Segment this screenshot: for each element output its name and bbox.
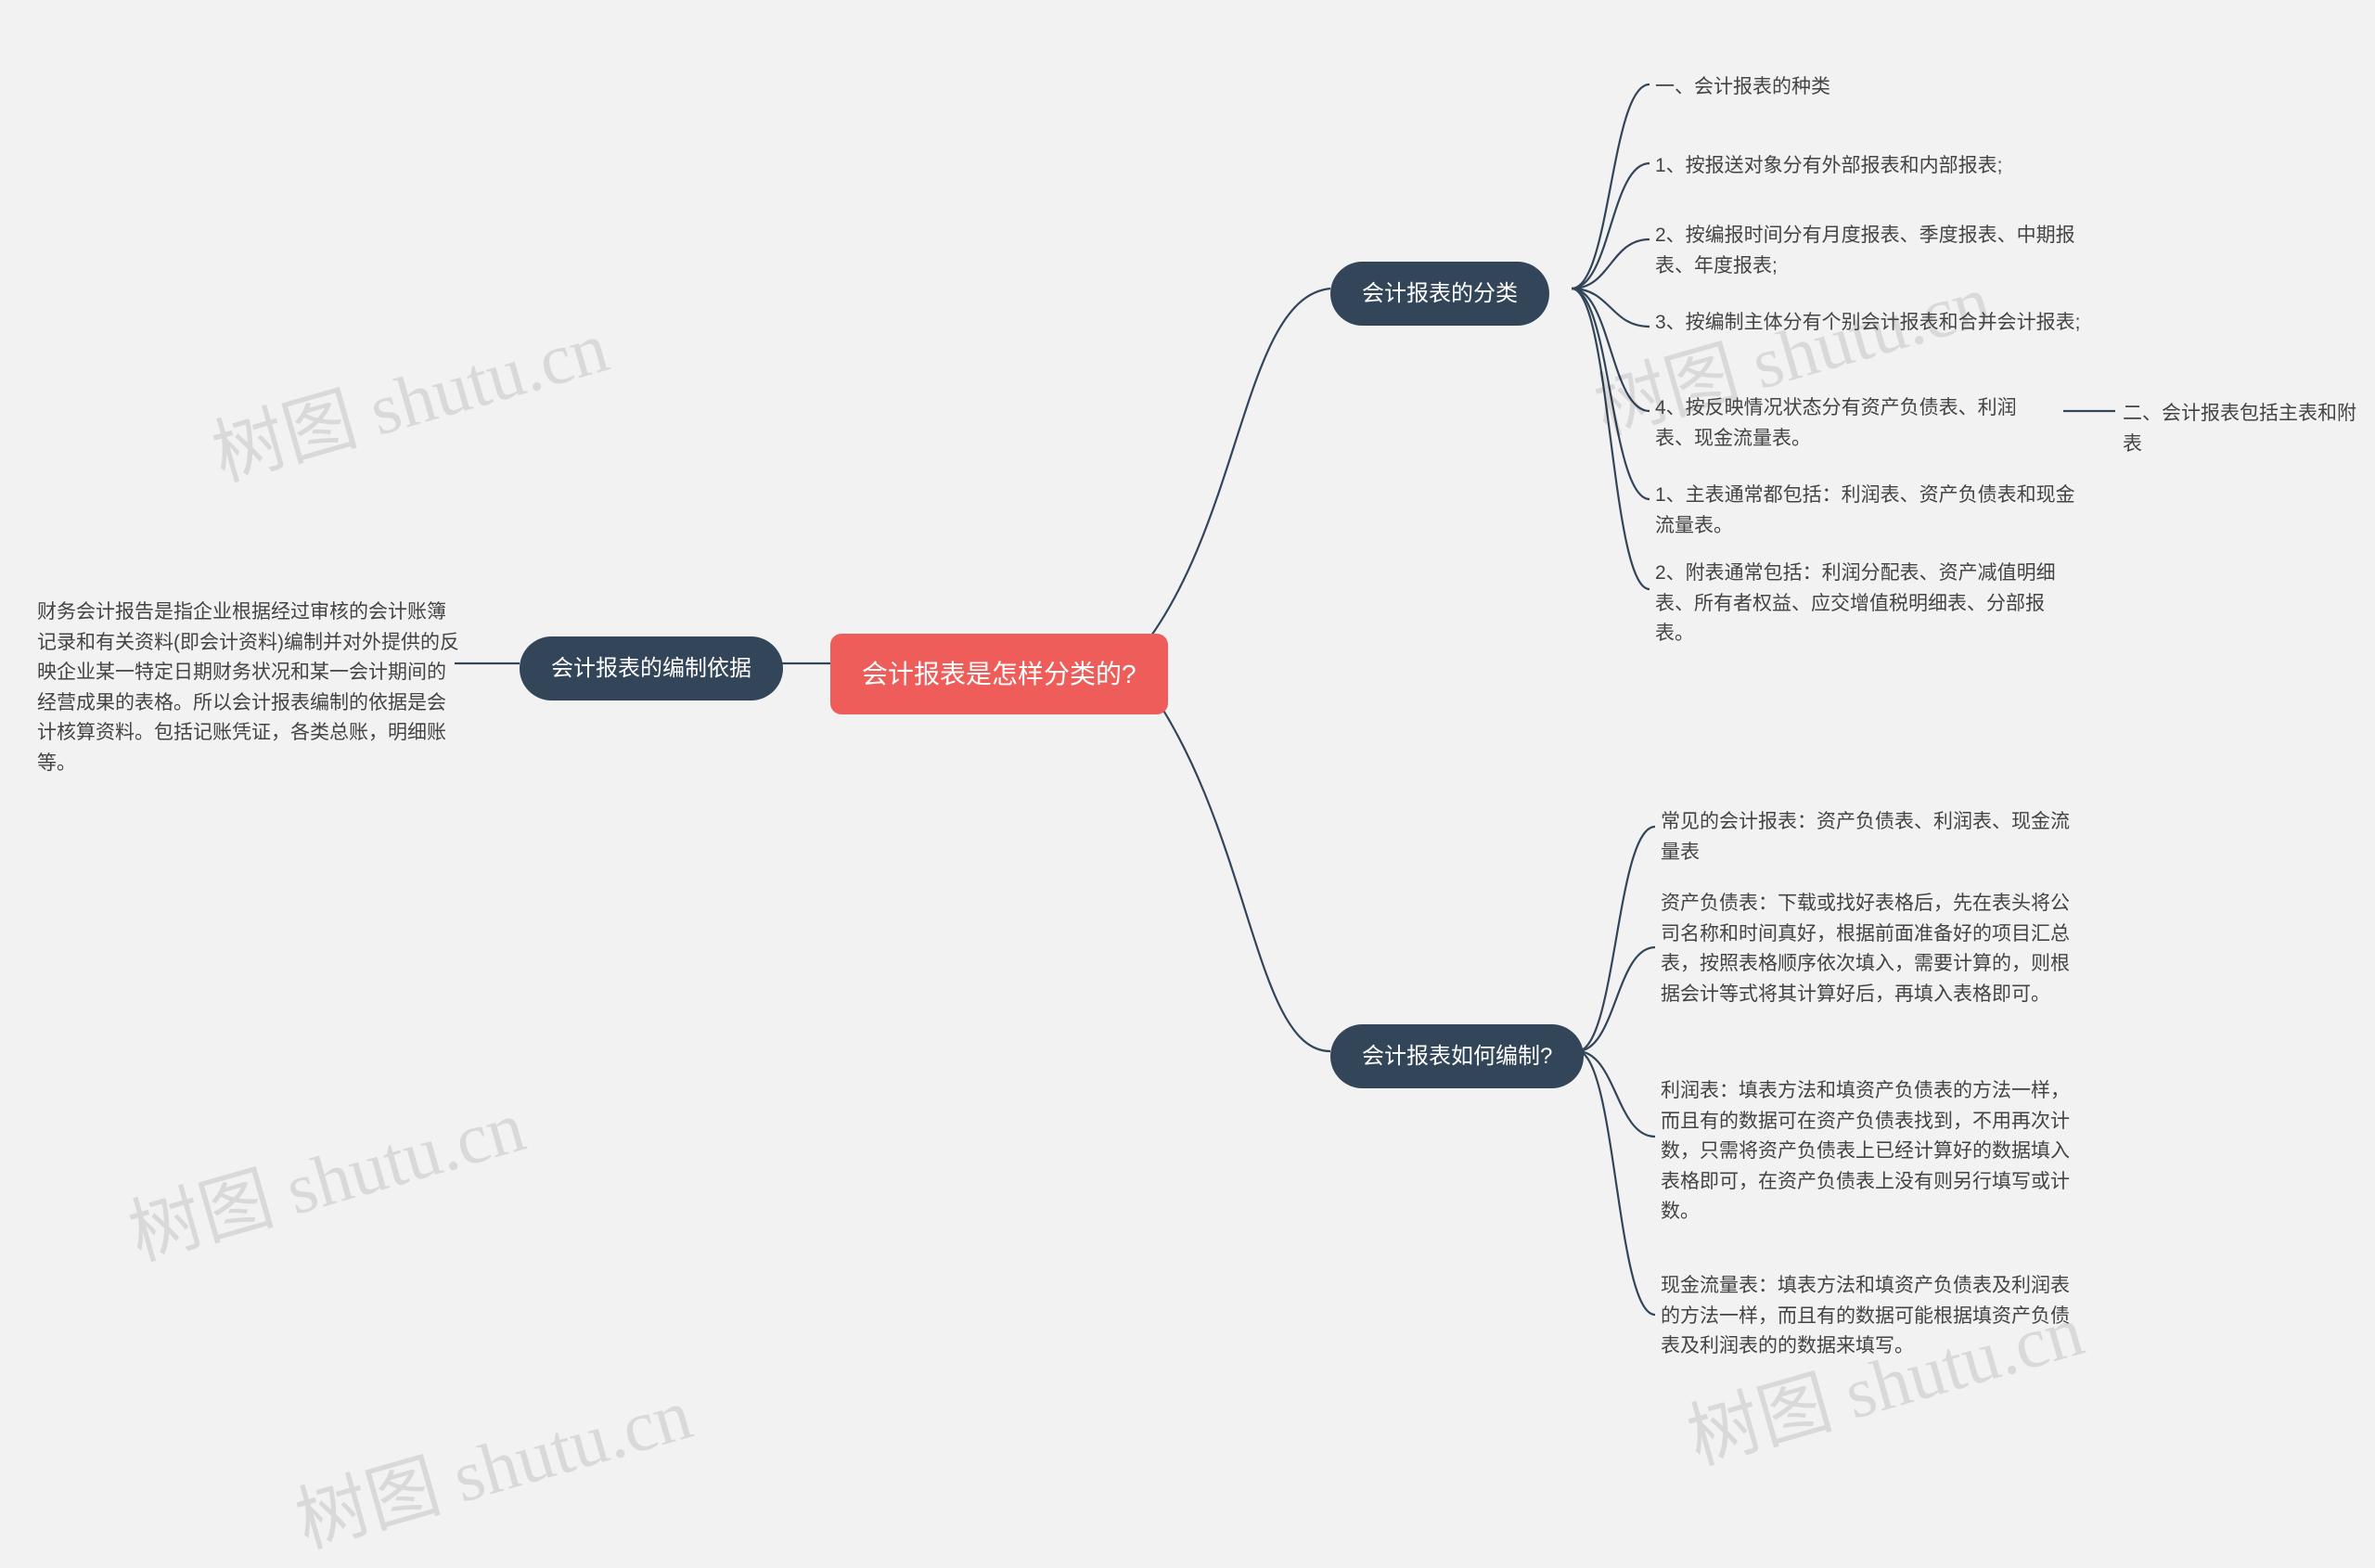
watermark: 树图 shutu.cn: [199, 289, 619, 501]
leaf-prep-3: 利润表：填表方法和填资产负债表的方法一样，而且有的数据可在资产负债表找到，不用再…: [1661, 1076, 2087, 1227]
leaf-class-4: 3、按编制主体分有个别会计报表和合并会计报表;: [1655, 308, 2081, 339]
leaf-class-1: 一、会计报表的种类: [1655, 72, 1830, 103]
leaf-class-2: 1、按报送对象分有外部报表和内部报表;: [1655, 151, 2003, 182]
leaf-class-side: 二、会计报表包括主表和附表: [2123, 399, 2364, 459]
leaf-class-6: 1、主表通常都包括：利润表、资产负债表和现金流量表。: [1655, 481, 2082, 541]
root-node[interactable]: 会计报表是怎样分类的?: [830, 634, 1168, 714]
leaf-class-5: 4、按反映情况状态分有资产负债表、利润表、现金流量表。: [1655, 393, 2054, 454]
leaf-prep-2: 资产负债表：下载或找好表格后，先在表头将公司名称和时间真好，根据前面准备好的项目…: [1661, 889, 2087, 1009]
leaf-prep-1: 常见的会计报表：资产负债表、利润表、现金流量表: [1661, 807, 2087, 868]
leaf-class-7: 2、附表通常包括：利润分配表、资产减值明细表、所有者权益、应交增值税明细表、分部…: [1655, 559, 2082, 649]
branch-basis[interactable]: 会计报表的编制依据: [520, 636, 783, 700]
watermark: 树图 shutu.cn: [116, 1069, 535, 1280]
branch-classification[interactable]: 会计报表的分类: [1330, 262, 1549, 326]
branch-how-to-prepare[interactable]: 会计报表如何编制?: [1330, 1024, 1584, 1088]
leaf-class-3: 2、按编报时间分有月度报表、季度报表、中期报表、年度报表;: [1655, 221, 2082, 281]
leaf-prep-4: 现金流量表：填表方法和填资产负债表及利润表的方法一样，而且有的数据可能根据填资产…: [1661, 1271, 2087, 1362]
leaf-basis-text: 财务会计报告是指企业根据经过审核的会计账簿记录和有关资料(即会计资料)编制并对外…: [37, 598, 464, 778]
watermark: 树图 shutu.cn: [283, 1356, 702, 1568]
